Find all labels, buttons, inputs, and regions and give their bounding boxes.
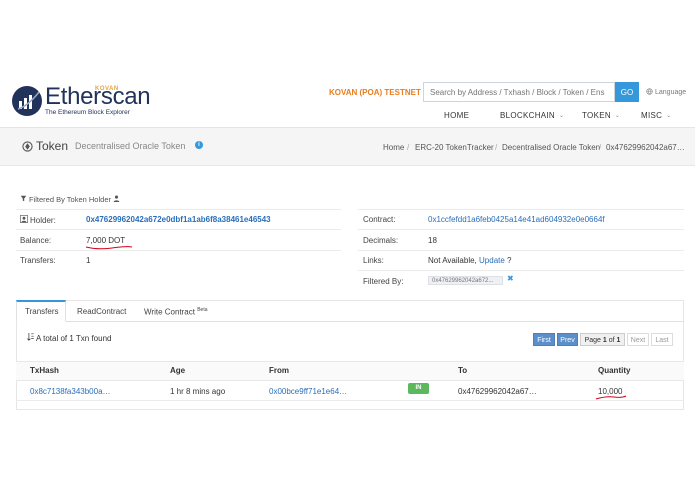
nav-home-label: HOME bbox=[444, 111, 470, 120]
col-header-age: Age bbox=[170, 366, 186, 375]
breadcrumb-home[interactable]: Home bbox=[383, 143, 404, 152]
page-total: 1 bbox=[616, 337, 621, 344]
row-divider bbox=[358, 229, 684, 230]
row-txhash-link[interactable]: 0x8c7138fa343b00a… bbox=[30, 387, 111, 396]
page-prefix: Page bbox=[584, 337, 601, 344]
page-current: 1 bbox=[602, 337, 607, 344]
row-divider bbox=[358, 209, 684, 210]
tab-readcontract[interactable]: ReadContract bbox=[77, 307, 126, 316]
row-from-link[interactable]: 0x00bce9ff71e1e64… bbox=[269, 387, 347, 396]
globe-icon bbox=[646, 88, 653, 97]
nav-token[interactable]: TOKEN ⌄ bbox=[582, 111, 620, 120]
close-icon[interactable]: ✖ bbox=[507, 274, 514, 283]
transfers-value: 1 bbox=[86, 256, 91, 265]
row-quantity: 10,000 bbox=[598, 387, 623, 396]
balance-value: 7,000 DOT bbox=[86, 236, 126, 245]
token-icon bbox=[22, 139, 33, 152]
pagination-next[interactable]: Next bbox=[627, 333, 649, 346]
pagination-first[interactable]: First bbox=[533, 333, 555, 346]
tab-writecontract-label: Write Contract bbox=[144, 307, 195, 317]
breadcrumb-current: 0x47629962042a67… bbox=[606, 143, 685, 152]
filtered-by-address: 0x47629962042a672... bbox=[428, 276, 503, 285]
holder-label: Holder: bbox=[20, 215, 56, 225]
tab-panel bbox=[16, 300, 684, 410]
tab-strip-divider bbox=[16, 321, 684, 322]
row-to: 0x47629962042a67… bbox=[458, 387, 537, 396]
contract-address-link[interactable]: 0x1ccfefdd1a6feb0425a14e41ad604932e0e066… bbox=[428, 215, 605, 224]
decimals-label: Decimals: bbox=[363, 236, 399, 245]
row-age: 1 hr 8 mins ago bbox=[170, 387, 226, 396]
filter-heading-text: Filtered By Token Holder bbox=[29, 195, 111, 204]
links-not-available: Not Available, bbox=[428, 256, 477, 265]
holder-label-text: Holder: bbox=[30, 215, 56, 225]
nav-misc-label: MISC bbox=[641, 111, 663, 120]
user-icon bbox=[113, 195, 120, 204]
filter-heading: Filtered By Token Holder bbox=[20, 195, 120, 204]
filter-icon bbox=[20, 195, 27, 204]
beta-badge: Beta bbox=[197, 307, 208, 313]
txn-count-text: A total of 1 Txn found bbox=[36, 333, 112, 343]
tab-transfers-label[interactable]: Transfers bbox=[25, 307, 59, 316]
filtered-by-label: Filtered By: bbox=[363, 277, 404, 286]
chevron-down-icon: ⌄ bbox=[559, 113, 565, 119]
sort-icon bbox=[27, 333, 34, 343]
links-suffix: ? bbox=[507, 256, 512, 265]
holder-address-link[interactable]: 0x47629962042a672e0dbf1a1ab6f8a38461e465… bbox=[86, 215, 271, 224]
breadcrumb-token[interactable]: Decentralised Oracle Token bbox=[502, 143, 600, 152]
row-divider bbox=[16, 400, 684, 401]
direction-badge: IN bbox=[408, 383, 429, 394]
page-title: Token bbox=[36, 139, 69, 153]
language-label: Language bbox=[655, 89, 687, 96]
col-header-to: To bbox=[458, 366, 468, 375]
links-label: Links: bbox=[363, 256, 384, 265]
user-icon bbox=[20, 215, 28, 225]
links-value: Not Available, Update ? bbox=[428, 256, 512, 265]
nav-token-label: TOKEN bbox=[582, 111, 611, 120]
breadcrumb-tokentracker[interactable]: ERC-20 TokenTracker bbox=[415, 143, 494, 152]
network-label: KOVAN (POA) TESTNET bbox=[329, 88, 421, 97]
contract-label: Contract: bbox=[363, 215, 396, 224]
search-button[interactable]: GO bbox=[615, 82, 639, 102]
chevron-down-icon: ⌄ bbox=[614, 113, 621, 119]
table-header bbox=[16, 361, 684, 381]
info-icon[interactable]: i bbox=[195, 141, 203, 149]
col-header-quantity: Quantity bbox=[598, 366, 631, 375]
kovan-badge: KOVAN bbox=[95, 86, 119, 92]
breadcrumb-separator: / bbox=[407, 143, 410, 152]
tab-writecontract[interactable]: Write Contract Beta bbox=[144, 307, 208, 317]
breadcrumb-separator: / bbox=[495, 143, 498, 152]
col-header-txhash: TxHash bbox=[30, 366, 59, 375]
nav-home[interactable]: HOME bbox=[444, 111, 469, 120]
chevron-down-icon: ⌄ bbox=[666, 113, 672, 119]
token-name: Decentralised Oracle Token bbox=[75, 141, 186, 151]
nav-misc[interactable]: MISC ⌄ bbox=[641, 111, 672, 120]
txn-count: A total of 1 Txn found bbox=[27, 333, 111, 343]
search-input[interactable] bbox=[423, 82, 615, 102]
update-link[interactable]: Update bbox=[479, 256, 505, 265]
etherscan-logo-icon[interactable] bbox=[12, 86, 42, 116]
pagination-page-indicator: Page 1 of 1 bbox=[580, 333, 625, 346]
breadcrumb-separator: / bbox=[599, 143, 602, 152]
nav-blockchain[interactable]: BLOCKCHAIN ⌄ bbox=[500, 111, 564, 120]
pagination-prev[interactable]: Prev bbox=[557, 333, 578, 346]
col-header-from: From bbox=[269, 366, 289, 375]
row-divider bbox=[16, 229, 341, 230]
row-divider bbox=[358, 250, 684, 251]
decimals-value: 18 bbox=[428, 236, 437, 245]
row-divider bbox=[16, 209, 341, 210]
balance-label: Balance: bbox=[20, 236, 52, 245]
page-of: of bbox=[608, 337, 615, 344]
nav-blockchain-label: BLOCKCHAIN bbox=[500, 111, 556, 120]
language-selector[interactable]: Language bbox=[646, 88, 686, 97]
row-divider bbox=[358, 270, 684, 271]
logo-tagline: The Ethereum Block Explorer bbox=[45, 109, 130, 116]
transfers-label: Transfers: bbox=[20, 256, 56, 265]
row-divider bbox=[16, 250, 341, 251]
pagination-last[interactable]: Last bbox=[651, 333, 673, 346]
